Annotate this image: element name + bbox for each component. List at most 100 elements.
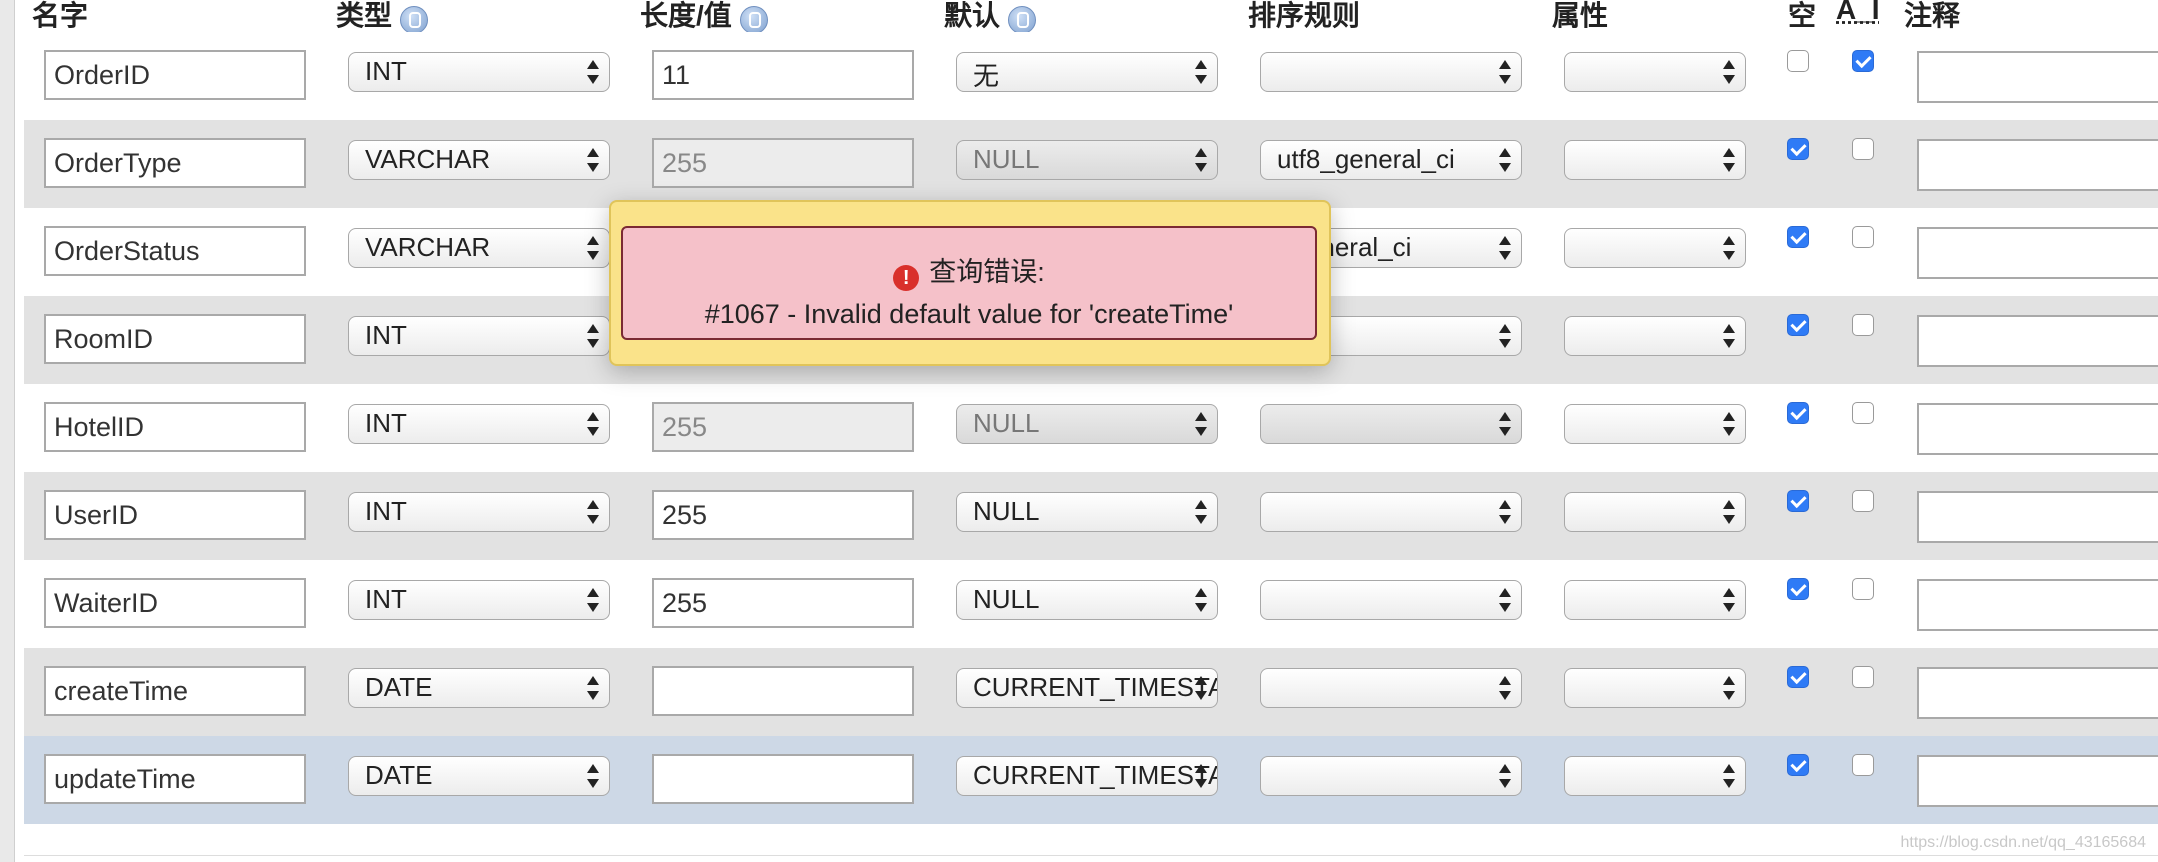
default-select[interactable]: NULL: [956, 140, 1218, 180]
attributes-select[interactable]: [1564, 316, 1746, 356]
null-checkbox[interactable]: [1787, 138, 1809, 160]
comment-input[interactable]: [1917, 667, 2158, 719]
null-checkbox[interactable]: [1787, 578, 1809, 600]
null-checkbox[interactable]: [1787, 754, 1809, 776]
attributes-select[interactable]: [1564, 756, 1746, 796]
collation-select[interactable]: [1260, 580, 1522, 620]
length-input[interactable]: 255: [652, 402, 914, 452]
table-row: UserID INT 255 NULL: [24, 472, 2158, 560]
select-arrows-icon: [1499, 412, 1511, 436]
length-input[interactable]: 255: [652, 138, 914, 188]
default-select[interactable]: NULL: [956, 404, 1218, 444]
collation-select[interactable]: [1260, 492, 1522, 532]
comment-input[interactable]: [1917, 579, 2158, 631]
attributes-select[interactable]: [1564, 140, 1746, 180]
header-type: 类型: [336, 0, 393, 31]
collation-select[interactable]: [1260, 404, 1522, 444]
collation-select[interactable]: utf8_general_ci: [1260, 140, 1522, 180]
default-select[interactable]: 无: [956, 52, 1218, 92]
default-select[interactable]: CURRENT_TIMESTAMP: [956, 668, 1218, 708]
comment-input[interactable]: [1917, 227, 2158, 279]
null-checkbox[interactable]: [1787, 402, 1809, 424]
select-arrows-icon: [1195, 764, 1207, 788]
column-name-input[interactable]: RoomID: [44, 314, 306, 364]
ai-checkbox[interactable]: [1852, 402, 1874, 424]
type-select[interactable]: VARCHAR: [348, 228, 610, 268]
column-name-input[interactable]: WaiterID: [44, 578, 306, 628]
ai-checkbox[interactable]: [1852, 490, 1874, 512]
left-border: [0, 0, 15, 862]
null-checkbox[interactable]: [1787, 666, 1809, 688]
null-checkbox[interactable]: [1787, 50, 1809, 72]
length-input[interactable]: [652, 666, 914, 716]
length-input[interactable]: 255: [652, 578, 914, 628]
table-row: updateTime DATE CURRENT_TIMESTAMP: [24, 736, 2158, 824]
default-select[interactable]: NULL: [956, 492, 1218, 532]
length-input[interactable]: [652, 754, 914, 804]
length-input[interactable]: 11: [652, 50, 914, 100]
default-select[interactable]: NULL: [956, 580, 1218, 620]
column-name-input[interactable]: OrderType: [44, 138, 306, 188]
type-value: VARCHAR: [365, 144, 491, 174]
collation-select[interactable]: [1260, 756, 1522, 796]
ai-checkbox[interactable]: [1852, 314, 1874, 336]
column-name-input[interactable]: createTime: [44, 666, 306, 716]
ai-checkbox[interactable]: [1852, 138, 1874, 160]
ai-checkbox[interactable]: [1852, 226, 1874, 248]
column-name-input[interactable]: OrderStatus: [44, 226, 306, 276]
column-name-input[interactable]: UserID: [44, 490, 306, 540]
divider: [24, 855, 2158, 856]
type-select[interactable]: DATE: [348, 756, 610, 796]
comment-input[interactable]: [1917, 51, 2158, 103]
header-null: 空: [1788, 0, 1817, 31]
default-value: NULL: [973, 584, 1040, 614]
help-icon[interactable]: [1008, 5, 1037, 34]
null-checkbox[interactable]: [1787, 226, 1809, 248]
comment-input[interactable]: [1917, 315, 2158, 367]
column-name-input[interactable]: OrderID: [44, 50, 306, 100]
comment-input[interactable]: [1917, 755, 2158, 807]
column-name-input[interactable]: updateTime: [44, 754, 306, 804]
attributes-select[interactable]: [1564, 492, 1746, 532]
type-select[interactable]: INT: [348, 492, 610, 532]
attributes-select[interactable]: [1564, 580, 1746, 620]
type-select[interactable]: DATE: [348, 668, 610, 708]
select-arrows-icon: [587, 324, 599, 348]
type-select[interactable]: INT: [348, 404, 610, 444]
ai-checkbox[interactable]: [1852, 754, 1874, 776]
help-icon[interactable]: [400, 5, 429, 34]
type-select[interactable]: INT: [348, 52, 610, 92]
attributes-select[interactable]: [1564, 668, 1746, 708]
attributes-select[interactable]: [1564, 228, 1746, 268]
type-select[interactable]: INT: [348, 316, 610, 356]
collation-value: utf8_general_ci: [1277, 144, 1455, 174]
ai-checkbox[interactable]: [1852, 50, 1874, 72]
attributes-select[interactable]: [1564, 52, 1746, 92]
select-arrows-icon: [587, 676, 599, 700]
comment-input[interactable]: [1917, 139, 2158, 191]
select-arrows-icon: [1723, 148, 1735, 172]
table-row: OrderID INT 11 无: [24, 32, 2158, 120]
help-icon[interactable]: [739, 5, 768, 34]
select-arrows-icon: [587, 500, 599, 524]
type-select[interactable]: INT: [348, 580, 610, 620]
null-checkbox[interactable]: [1787, 490, 1809, 512]
table-row: WaiterID INT 255 NULL: [24, 560, 2158, 648]
collation-select[interactable]: [1260, 52, 1522, 92]
collation-select[interactable]: [1260, 668, 1522, 708]
ai-checkbox[interactable]: [1852, 666, 1874, 688]
column-name-input[interactable]: HotelID: [44, 402, 306, 452]
null-checkbox[interactable]: [1787, 314, 1809, 336]
attributes-select[interactable]: [1564, 404, 1746, 444]
header-type-wrap: 类型: [336, 0, 429, 34]
comment-input[interactable]: [1917, 403, 2158, 455]
length-input[interactable]: 255: [652, 490, 914, 540]
select-arrows-icon: [1499, 500, 1511, 524]
type-select[interactable]: VARCHAR: [348, 140, 610, 180]
ai-checkbox[interactable]: [1852, 578, 1874, 600]
header-length: 长度/值: [640, 0, 732, 31]
type-value: INT: [365, 56, 407, 86]
comment-input[interactable]: [1917, 491, 2158, 543]
default-select[interactable]: CURRENT_TIMESTAMP: [956, 756, 1218, 796]
select-arrows-icon: [1723, 236, 1735, 260]
